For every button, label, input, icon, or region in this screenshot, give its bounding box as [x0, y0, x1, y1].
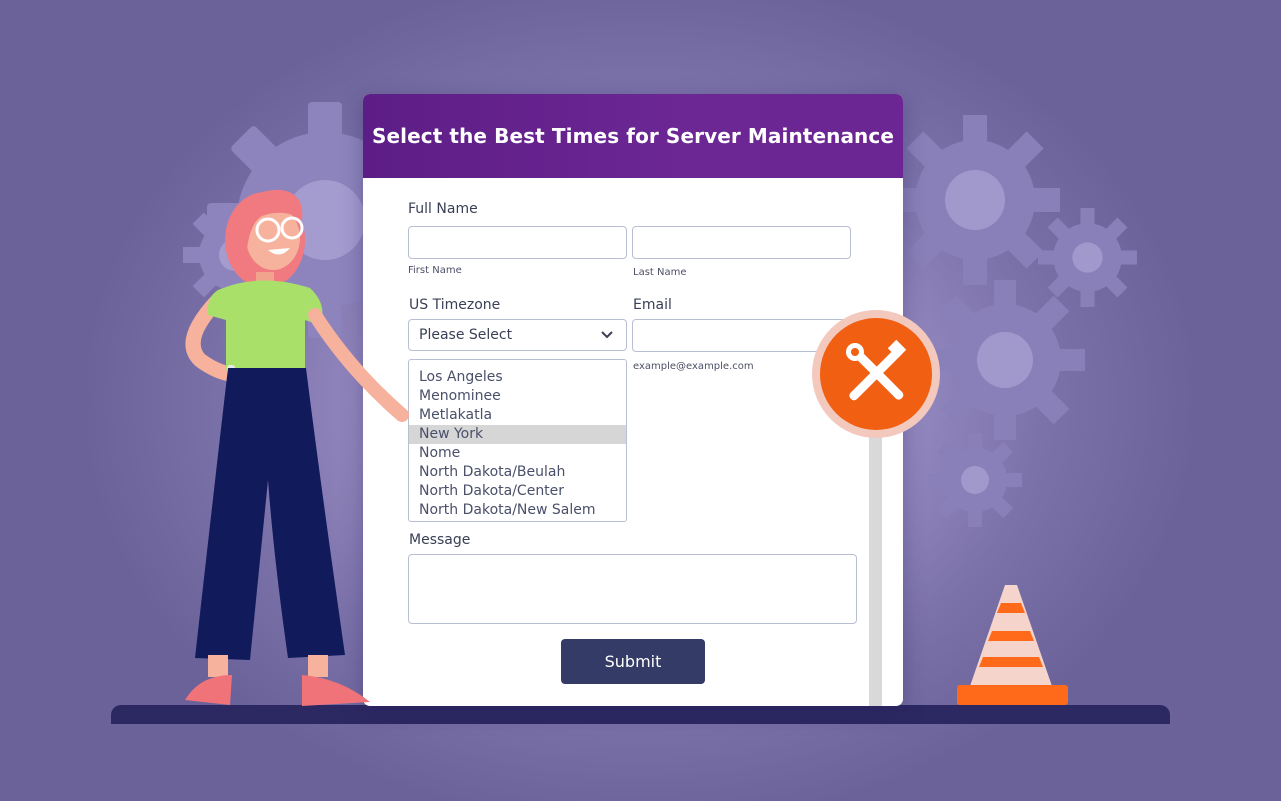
form-title: Select the Best Times for Server Mainten…	[371, 124, 895, 148]
timezone-select[interactable]: Please Select	[408, 319, 627, 351]
sign-pole	[869, 431, 882, 706]
last-name-sublabel: Last Name	[633, 267, 687, 278]
tools-icon	[812, 310, 940, 438]
timezone-option[interactable]: Nome	[409, 444, 626, 463]
form-header: Select the Best Times for Server Mainten…	[363, 94, 903, 178]
timezone-option[interactable]: North Dakota/New Salem	[409, 501, 626, 520]
gear-icon	[928, 433, 1022, 527]
email-label: Email	[633, 297, 672, 313]
message-textarea[interactable]	[408, 554, 857, 624]
email-sublabel: example@example.com	[633, 361, 754, 372]
timezone-option[interactable]: North Dakota/Beulah	[409, 463, 626, 482]
timezone-option[interactable]: Los Angeles	[409, 368, 626, 387]
timezone-label: US Timezone	[409, 297, 501, 313]
timezone-option-highlighted[interactable]: New York	[409, 425, 626, 444]
chevron-down-icon	[601, 331, 613, 339]
first-name-input[interactable]	[408, 226, 627, 259]
timezone-option[interactable]: Menominee	[409, 387, 626, 406]
timezone-options-list[interactable]: Los Angeles Menominee Metlakatla New Yor…	[408, 359, 627, 522]
submit-button[interactable]: Submit	[561, 639, 705, 684]
gear-icon	[925, 280, 1085, 440]
woman-illustration	[185, 189, 409, 706]
timezone-option[interactable]: Metlakatla	[409, 406, 626, 425]
timezone-option[interactable]: North Dakota/Center	[409, 482, 626, 501]
timezone-selected-value: Please Select	[419, 327, 513, 343]
last-name-input[interactable]	[632, 226, 851, 259]
traffic-cone	[957, 585, 1068, 705]
